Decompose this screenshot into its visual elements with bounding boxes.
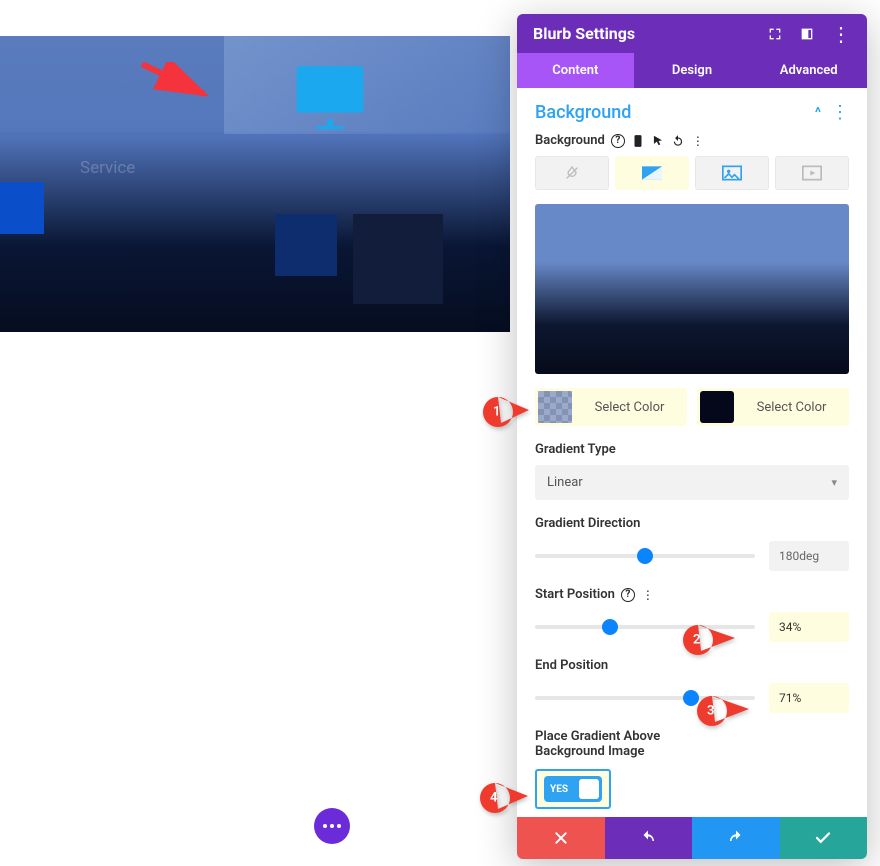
section-title: Background: [535, 102, 631, 123]
section-header[interactable]: Background ^ ⋮: [535, 88, 849, 131]
help-icon[interactable]: ?: [621, 588, 635, 602]
color-2-label: Select Color: [734, 400, 849, 415]
help-icon[interactable]: ?: [611, 134, 625, 148]
gradient-icon: [642, 165, 662, 181]
undo-icon: [639, 829, 657, 847]
toggle-knob: [579, 779, 599, 799]
field-menu-icon[interactable]: ⋮: [691, 134, 705, 148]
select-caret-icon: ▾: [831, 476, 837, 489]
tablet-icon[interactable]: [631, 134, 645, 148]
gradient-color-2[interactable]: Select Color: [697, 388, 849, 426]
end-position-value[interactable]: 71%: [769, 683, 849, 713]
end-position-slider[interactable]: [535, 688, 755, 708]
color-drop-icon: [562, 165, 582, 181]
panel-title: Blurb Settings: [533, 24, 635, 43]
color-1-label: Select Color: [572, 400, 687, 415]
expand-icon[interactable]: [767, 26, 783, 42]
save-button[interactable]: [780, 817, 868, 859]
gradient-type-label: Gradient Type: [535, 442, 849, 457]
end-position-group: End Position 71%: [535, 658, 849, 713]
blurb-settings-panel: Blurb Settings ⋮ Content Design Advanced…: [517, 14, 867, 859]
hover-cursor-icon[interactable]: [651, 134, 665, 148]
start-position-value[interactable]: 34%: [769, 612, 849, 642]
background-label: Background: [535, 133, 605, 148]
background-type-gradient[interactable]: [615, 156, 689, 190]
preview-square-dark-2: [353, 214, 443, 304]
gradient-color-1[interactable]: Select Color: [535, 388, 687, 426]
gradient-type-group: Gradient Type Linear ▾: [535, 442, 849, 500]
gradient-direction-label: Gradient Direction: [535, 516, 849, 531]
page-options-fab[interactable]: [314, 808, 350, 844]
video-icon: [802, 165, 822, 181]
gradient-preview: [535, 204, 849, 374]
preview-square-blue: [0, 182, 44, 234]
panel-header-actions: ⋮: [767, 26, 851, 42]
gradient-color-row: Select Color Select Color: [535, 388, 849, 426]
undo-button[interactable]: [605, 817, 693, 859]
panel-body: Background ^ ⋮ Background ? ⋮: [517, 88, 867, 817]
gradient-direction-value[interactable]: 180deg: [769, 541, 849, 571]
place-above-toggle[interactable]: YES: [544, 776, 602, 802]
background-type-color[interactable]: [535, 156, 609, 190]
gradient-type-select[interactable]: Linear ▾: [535, 465, 849, 500]
module-preview: Service: [0, 36, 510, 332]
background-type-row: [535, 156, 849, 190]
start-position-label: Start Position: [535, 587, 615, 602]
place-above-label-2: Background Image: [535, 744, 849, 759]
background-label-row: Background ? ⋮: [535, 133, 849, 148]
preview-service-text: Service: [80, 158, 135, 178]
field-menu-icon[interactable]: ⋮: [641, 588, 655, 602]
monitor-icon: [290, 56, 370, 140]
section-menu-icon[interactable]: ⋮: [831, 102, 849, 123]
panel-tabs: Content Design Advanced: [517, 53, 867, 88]
gradient-direction-group: Gradient Direction 180deg: [535, 516, 849, 571]
background-type-video[interactable]: [775, 156, 849, 190]
start-position-group: Start Position ? ⋮ 34%: [535, 587, 849, 642]
gradient-type-value: Linear: [547, 475, 583, 490]
gradient-direction-slider[interactable]: [535, 546, 755, 566]
chevron-up-icon[interactable]: ^: [815, 105, 821, 121]
color-swatch-1: [538, 391, 572, 423]
panel-footer: [517, 817, 867, 859]
preview-square-dark-1: [275, 214, 337, 276]
reset-icon[interactable]: [671, 134, 685, 148]
cancel-button[interactable]: [517, 817, 605, 859]
tab-advanced[interactable]: Advanced: [750, 53, 867, 88]
place-above-group: Place Gradient Above Background Image YE…: [535, 729, 849, 809]
redo-button[interactable]: [692, 817, 780, 859]
toggle-label: YES: [550, 784, 568, 795]
background-type-image[interactable]: [695, 156, 769, 190]
snap-right-icon[interactable]: [799, 26, 815, 42]
tab-design[interactable]: Design: [634, 53, 751, 88]
panel-header: Blurb Settings ⋮: [517, 14, 867, 53]
close-icon: [553, 830, 569, 846]
color-swatch-2: [700, 391, 734, 423]
image-icon: [722, 165, 742, 181]
end-position-label: End Position: [535, 658, 849, 673]
start-position-slider[interactable]: [535, 617, 755, 637]
check-icon: [814, 829, 832, 847]
panel-menu-icon[interactable]: ⋮: [831, 29, 851, 39]
redo-icon: [727, 829, 745, 847]
place-above-label-1: Place Gradient Above: [535, 729, 849, 744]
tab-content[interactable]: Content: [517, 53, 634, 88]
